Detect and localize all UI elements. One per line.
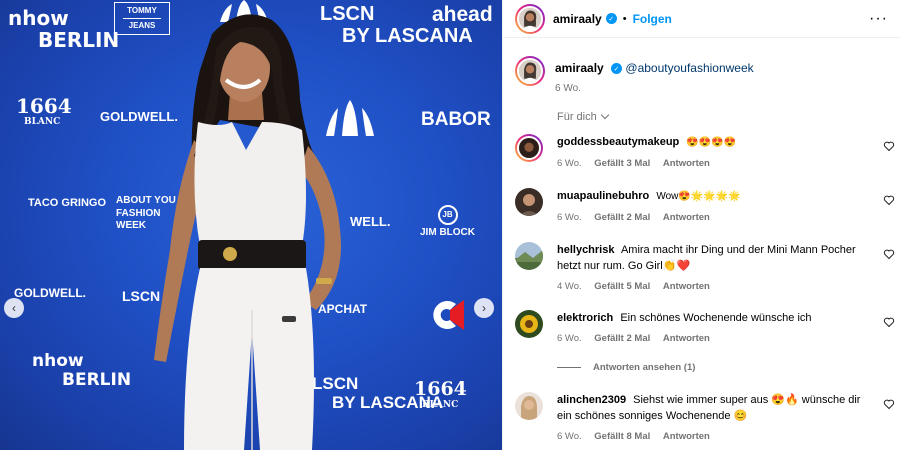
comment-text: 😍😍😍😍 bbox=[686, 137, 737, 148]
view-replies-label: Antworten ansehen (1) bbox=[593, 362, 696, 373]
reply-button[interactable]: Antworten bbox=[663, 281, 710, 292]
comment-avatar[interactable] bbox=[515, 392, 543, 420]
sponsor-logo: nhow BERLIN bbox=[32, 351, 132, 390]
sponsor-logo: 1664 BLANC bbox=[16, 94, 72, 127]
comment-username[interactable]: muapaulinebuhro bbox=[557, 190, 649, 202]
comment-avatar[interactable] bbox=[515, 188, 543, 216]
author-username[interactable]: amiraaly bbox=[553, 12, 602, 26]
comment-username[interactable]: elektrorich bbox=[557, 312, 613, 324]
comment-username[interactable]: hellychrisk bbox=[557, 244, 614, 256]
sponsor-logo: 1664 BLANC bbox=[414, 378, 467, 410]
reply-button[interactable]: Antworten bbox=[663, 212, 710, 223]
reply-button[interactable]: Antworten bbox=[663, 431, 710, 442]
view-replies-button[interactable]: Antworten ansehen (1) bbox=[557, 362, 695, 373]
comment-timestamp: 4 Wo. bbox=[557, 281, 582, 292]
author-avatar-image bbox=[517, 5, 543, 32]
comment-item: elektrorich Ein schönes Wochenende wünsc… bbox=[515, 310, 900, 344]
post-header: amiraaly ✓ • Folgen ··· bbox=[503, 0, 900, 38]
reply-button[interactable]: Antworten bbox=[663, 333, 710, 344]
person-figure bbox=[154, 14, 341, 450]
replies-divider bbox=[557, 367, 581, 368]
champion-logo bbox=[433, 300, 464, 330]
comment-likes-count[interactable]: Gefällt 5 Mal bbox=[594, 281, 650, 292]
post-viewer: nhow BERLIN TOMMY JEANS LSCN BY LASCANA … bbox=[0, 0, 900, 450]
chevron-left-icon: ‹ bbox=[12, 301, 16, 315]
more-options-icon[interactable]: ··· bbox=[869, 10, 888, 28]
previous-image-button[interactable]: ‹ bbox=[4, 298, 24, 318]
comments-panel: amiraaly ✓ • Folgen ··· amiraaly ✓ @abou… bbox=[502, 0, 900, 450]
chevron-down-icon bbox=[600, 110, 609, 120]
comment-sort-label: Für dich bbox=[557, 111, 597, 123]
heart-icon[interactable] bbox=[883, 398, 895, 410]
caption-avatar-image bbox=[517, 58, 543, 84]
comment-username[interactable]: alinchen2309 bbox=[557, 394, 626, 406]
comment-likes-count[interactable]: Gefällt 8 Mal bbox=[594, 431, 650, 442]
comment-item: muapaulinebuhro Wow😍🌟🌟🌟🌟 6 Wo. Gefällt 2… bbox=[515, 188, 900, 223]
sponsor-logo: nhow BERLIN bbox=[8, 6, 120, 52]
comment-timestamp: 6 Wo. bbox=[557, 333, 582, 344]
sponsor-logo: GOLDWELL. bbox=[14, 286, 86, 300]
verified-badge-icon: ✓ bbox=[611, 63, 623, 75]
post-caption: amiraaly ✓ @aboutyoufashionweek 6 Wo. bbox=[515, 56, 754, 94]
comment-avatar-image bbox=[517, 136, 541, 160]
caption-mention-link[interactable]: @aboutyoufashionweek bbox=[625, 61, 753, 75]
reply-button[interactable]: Antworten bbox=[663, 158, 710, 169]
heart-icon[interactable] bbox=[883, 140, 895, 152]
heart-icon[interactable] bbox=[883, 316, 895, 328]
comment-timestamp: 6 Wo. bbox=[557, 431, 582, 442]
comment-item: hellychrisk Amira macht ihr Ding und der… bbox=[515, 242, 900, 292]
separator-dot: • bbox=[622, 12, 627, 25]
sponsor-logo: JB JIM BLOCK bbox=[420, 205, 475, 238]
comment-avatar[interactable] bbox=[515, 134, 543, 162]
comment-sort-dropdown[interactable]: Für dich bbox=[557, 110, 609, 123]
comment-avatar[interactable] bbox=[515, 310, 543, 338]
comment-text: Wow😍🌟🌟🌟🌟 bbox=[656, 191, 741, 202]
heart-icon[interactable] bbox=[883, 194, 895, 206]
verified-badge-icon: ✓ bbox=[605, 13, 617, 24]
comment-item: goddessbeautymakeup 😍😍😍😍 6 Wo. Gefällt 3… bbox=[515, 134, 900, 169]
comment-likes-count[interactable]: Gefällt 2 Mal bbox=[594, 212, 650, 223]
comment-timestamp: 6 Wo. bbox=[557, 212, 582, 223]
caption-timestamp: 6 Wo. bbox=[555, 83, 581, 94]
comment-likes-count[interactable]: Gefällt 3 Mal bbox=[594, 158, 650, 169]
comment-timestamp: 6 Wo. bbox=[557, 158, 582, 169]
comment-username[interactable]: goddessbeautymakeup bbox=[557, 136, 679, 148]
follow-button[interactable]: Folgen bbox=[633, 12, 672, 26]
caption-username[interactable]: amiraaly bbox=[555, 61, 604, 75]
caption-avatar[interactable] bbox=[515, 56, 545, 86]
sponsor-logo: TACO GRINGO bbox=[28, 197, 107, 209]
comment-item: alinchen2309 Siehst wie immer super aus … bbox=[515, 392, 900, 442]
comment-likes-count[interactable]: Gefällt 2 Mal bbox=[594, 333, 650, 344]
post-media[interactable]: nhow BERLIN TOMMY JEANS LSCN BY LASCANA … bbox=[0, 0, 502, 450]
comment-avatar[interactable] bbox=[515, 242, 543, 270]
chevron-right-icon: › bbox=[482, 301, 486, 315]
comment-text: Ein schönes Wochenende wünsche ich bbox=[620, 312, 812, 324]
heart-icon[interactable] bbox=[883, 248, 895, 260]
sponsor-logo: ahead bbox=[432, 3, 493, 26]
next-image-button[interactable]: › bbox=[474, 298, 494, 318]
sponsor-logo: BABOR bbox=[421, 109, 491, 130]
author-avatar[interactable] bbox=[515, 3, 545, 34]
